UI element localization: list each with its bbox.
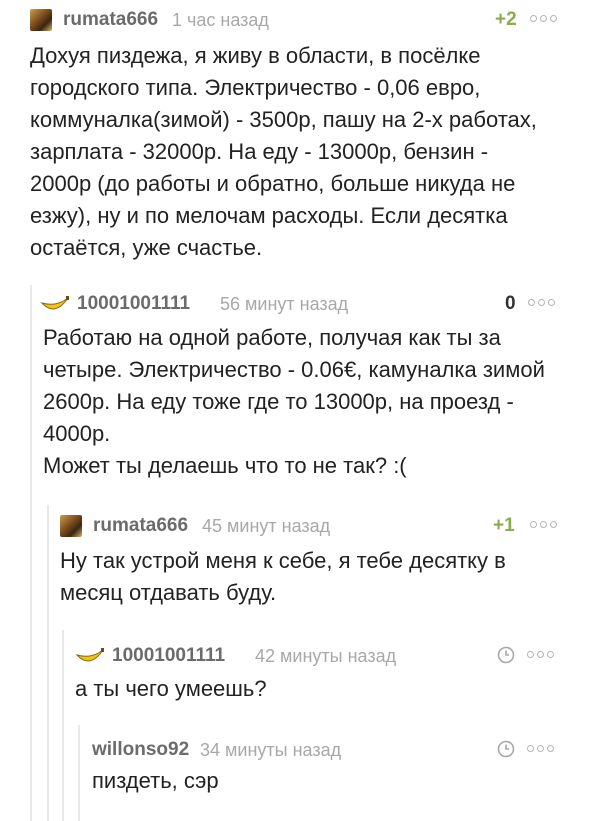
comment-rating: 0 <box>505 293 516 314</box>
comment-header: willonso92 34 минуты назад <box>92 737 572 763</box>
comment-timestamp[interactable]: 34 минуты назад <box>200 740 341 761</box>
clock-icon <box>497 646 515 664</box>
user-avatar-icon[interactable] <box>60 515 82 537</box>
comment-header: 10001001111 42 минуты назад <box>75 643 575 669</box>
user-avatar-icon[interactable] <box>30 9 52 31</box>
comment-rating: +1 <box>493 515 515 536</box>
banana-icon[interactable] <box>40 295 70 313</box>
comment-timestamp[interactable]: 1 час назад <box>172 10 269 31</box>
username[interactable]: 10001001111 <box>77 293 190 315</box>
comment-timestamp[interactable]: 42 минуты назад <box>255 646 396 667</box>
comment-rating: +2 <box>495 9 517 30</box>
comment-text: Ну так устрой меня к себе, я тебе десятк… <box>60 548 506 605</box>
more-options-icon[interactable] <box>530 11 562 25</box>
clock-icon <box>497 740 515 758</box>
username[interactable]: 10001001111 <box>112 645 225 667</box>
comment-header: 10001001111 56 минут назад 0 <box>40 291 570 317</box>
more-options-icon[interactable] <box>528 295 560 309</box>
username[interactable]: rumata666 <box>93 515 188 537</box>
more-options-icon[interactable] <box>530 517 562 531</box>
username[interactable]: rumata666 <box>63 9 158 31</box>
comment: rumata666 1 час назад +2 Дохуя пиздежа, … <box>0 0 600 270</box>
comment-text: Работаю на одной работе, получая как ты … <box>43 325 545 478</box>
comment-text: пиздеть, сэр <box>92 768 219 793</box>
more-options-icon[interactable] <box>527 741 559 755</box>
more-options-icon[interactable] <box>527 647 559 661</box>
comment-text: Дохуя пиздежа, я живу в области, в посёл… <box>30 43 537 260</box>
comment-text: а ты чего умеешь? <box>75 676 267 701</box>
username[interactable]: willonso92 <box>92 739 189 761</box>
comment-timestamp[interactable]: 45 минут назад <box>202 516 330 537</box>
comment: willonso92 34 минуты назад пиздеть, сэр <box>0 725 600 821</box>
comment-timestamp[interactable]: 56 минут назад <box>220 294 348 315</box>
banana-icon[interactable] <box>75 647 105 665</box>
thread-line[interactable] <box>78 725 80 821</box>
comment-header: rumata666 45 минут назад +1 <box>60 513 570 539</box>
comment-header: rumata666 1 час назад +2 <box>30 7 590 33</box>
